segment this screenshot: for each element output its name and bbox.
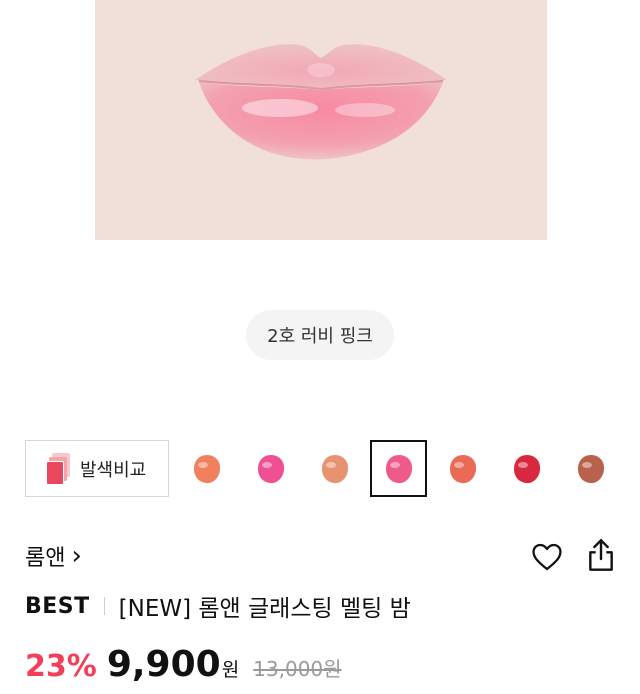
swatch-blob-icon (577, 454, 604, 483)
shade-swatch-1[interactable] (178, 440, 235, 497)
shade-swatch-7[interactable] (562, 440, 619, 497)
swatch-blob-icon (385, 454, 412, 483)
brand-name: 롬앤 (25, 546, 66, 571)
swatch-blob-icon (513, 454, 540, 483)
chevron-right-icon: › (71, 541, 82, 571)
share-icon (589, 539, 613, 571)
shade-swatch-row: 발색비교 (0, 440, 640, 498)
color-compare-button[interactable]: 발색비교 (25, 440, 169, 497)
swatch-blob-icon (257, 454, 284, 483)
shade-swatch-2[interactable] (242, 440, 299, 497)
product-title: BEST [NEW] 롬앤 글래스팅 멜팅 밤 (25, 588, 411, 624)
shade-swatch-4[interactable] (370, 440, 427, 497)
color-cards-icon (46, 452, 72, 485)
product-name: [NEW] 롬앤 글래스팅 멜팅 밤 (118, 596, 411, 622)
product-image (95, 0, 547, 240)
price-unit: 원 (221, 659, 240, 681)
sale-price: 9,900 (106, 644, 221, 685)
shade-chip-label: 2호 러비 핑크 (267, 326, 373, 347)
share-button[interactable] (585, 537, 617, 573)
best-badge: BEST (25, 593, 90, 619)
swatch-blob-icon (449, 454, 476, 483)
swatch-blob-icon (193, 454, 220, 483)
selected-shade-chip: 2호 러비 핑크 (246, 310, 394, 360)
price-row: 23% 9,900 원 13,000원 (25, 644, 342, 692)
wishlist-button[interactable] (530, 540, 564, 574)
discount-rate: 23% (25, 649, 97, 684)
color-compare-label: 발색비교 (80, 459, 147, 481)
heart-outline-icon (532, 543, 562, 571)
title-divider (103, 597, 105, 615)
shade-swatch-5[interactable] (434, 440, 491, 497)
brand-link[interactable]: 롬앤 › (25, 540, 82, 572)
swatch-blob-icon (321, 454, 348, 483)
original-price: 13,000원 (253, 657, 342, 681)
shade-swatch-3[interactable] (306, 440, 363, 497)
shade-swatch-6[interactable] (498, 440, 555, 497)
